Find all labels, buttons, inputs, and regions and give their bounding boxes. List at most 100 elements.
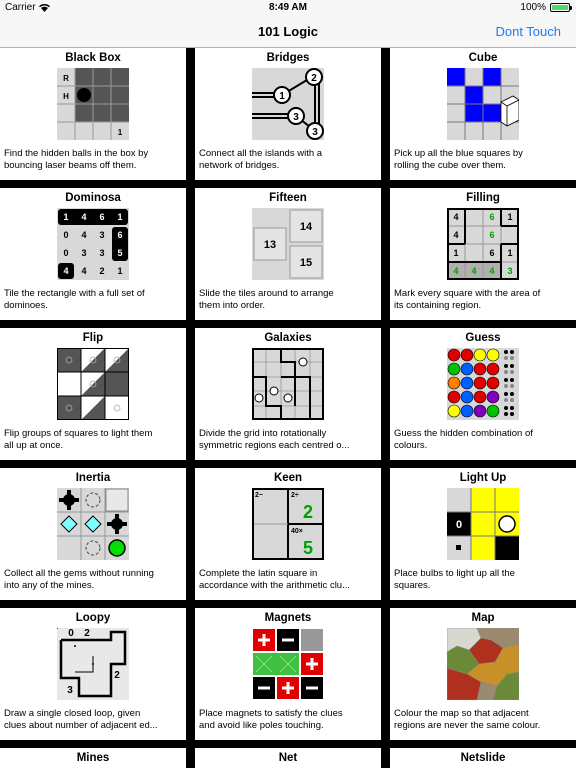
puzzle-cell-bridges[interactable]: Bridges 1 2 3 3 Connect all the islands …: [195, 48, 381, 180]
guess-peg: [447, 390, 461, 404]
dominosa-number: 3: [99, 248, 104, 258]
puzzle-cell-galaxies[interactable]: Galaxies Divide the grid into rotational…: [195, 328, 381, 460]
puzzle-description: Guess the hidden combination of colours.: [394, 428, 533, 451]
puzzle-cell-mines[interactable]: Mines: [0, 748, 186, 768]
svg-text:1: 1: [279, 91, 285, 102]
svg-text:5: 5: [303, 538, 313, 558]
guess-peg: [460, 348, 474, 362]
puzzle-title: Bridges: [266, 52, 310, 64]
guess-feedback-pin: [510, 364, 514, 368]
keen-thumbnail: 2− 2÷ 40× 2 5: [252, 488, 324, 560]
puzzle-cell-map[interactable]: Map Colour the map so that adjacent regio…: [390, 608, 576, 740]
dominosa-number: 1: [117, 266, 122, 276]
inertia-thumbnail: [57, 488, 129, 560]
cube-thumbnail: [447, 68, 519, 140]
dominosa-number: 3: [99, 230, 104, 240]
puzzle-cell-loopy[interactable]: Loopy 0 2 2 3 Draw a single closed loop,…: [0, 608, 186, 740]
loopy-thumbnail: 0 2 2 3: [57, 628, 129, 700]
puzzle-title: Filling: [466, 192, 500, 204]
puzzle-cell-guess[interactable]: Guess Guess the hidden combination of col…: [390, 328, 576, 460]
puzzle-description: Collect all the gems without running into…: [4, 568, 154, 591]
puzzle-description: Tile the rectangle with a full set of dom…: [4, 288, 145, 311]
navigation-bar: 101 Logic Dont Touch: [0, 16, 576, 48]
svg-text:2−: 2−: [255, 492, 263, 499]
svg-text:15: 15: [300, 257, 312, 269]
filling-number: 4: [471, 266, 476, 276]
guess-peg: [486, 376, 500, 390]
svg-text:2÷: 2÷: [291, 492, 299, 499]
puzzle-title: Black Box: [65, 52, 121, 64]
puzzle-title: Dominosa: [65, 192, 121, 204]
puzzle-description: Pick up all the blue squares by rolling t…: [394, 148, 523, 171]
filling-number: 4: [489, 266, 494, 276]
black-box-label-h: H: [63, 92, 69, 101]
puzzle-cell-black-box[interactable]: Black Box R H 1 Find the hidden balls in…: [0, 48, 186, 180]
guess-peg: [460, 390, 474, 404]
guess-peg: [473, 348, 487, 362]
svg-text:3: 3: [67, 685, 73, 696]
guess-feedback-pin: [510, 356, 514, 360]
puzzle-title: Map: [471, 612, 495, 624]
guess-peg: [486, 404, 500, 418]
guess-peg: [473, 390, 487, 404]
guess-feedback-pin: [504, 398, 508, 402]
guess-feedback-pin: [510, 350, 514, 354]
filling-number: 1: [507, 248, 512, 258]
puzzle-cell-keen[interactable]: Keen 2− 2÷ 40× 2 5 Complete the latin sq…: [195, 468, 381, 600]
svg-text:2: 2: [311, 73, 317, 84]
svg-text:0: 0: [68, 628, 74, 639]
guess-peg: [460, 362, 474, 376]
puzzle-cell-light-up[interactable]: Light Up 0 Place bulbs to light up all t…: [390, 468, 576, 600]
dominosa-number: 1: [63, 212, 68, 222]
puzzle-cell-fifteen[interactable]: Fifteen 14 13 15 Slide the tiles around …: [195, 188, 381, 320]
filling-number: 1: [453, 248, 458, 258]
puzzle-title: Magnets: [264, 612, 312, 624]
svg-text:3: 3: [293, 112, 299, 123]
puzzle-description: Colour the map so that adjacent regions a…: [394, 708, 541, 731]
puzzle-cell-magnets[interactable]: Magnets Place magnets to satisfy the clu…: [195, 608, 381, 740]
filling-number: 4: [453, 230, 458, 240]
battery-icon: [550, 3, 572, 12]
puzzle-title: Loopy: [75, 612, 111, 624]
guess-feedback-pin: [504, 392, 508, 396]
guess-feedback-pin: [504, 364, 508, 368]
puzzle-cell-inertia[interactable]: Inertia Collect all the gems without run…: [0, 468, 186, 600]
guess-peg: [486, 390, 500, 404]
puzzle-cell-net[interactable]: Net: [195, 748, 381, 768]
puzzle-cell-filling[interactable]: Filling 4 6 1 4 6 1 6 1 4 4 4 3 Mark every square w…: [390, 188, 576, 320]
puzzle-title: Fifteen: [269, 192, 307, 204]
guess-feedback-pin: [504, 350, 508, 354]
puzzle-cell-cube[interactable]: Cube Pick up all the blue squares by roll…: [390, 48, 576, 180]
dominosa-number: 0: [63, 230, 68, 240]
dominosa-number: 6: [99, 212, 104, 222]
dont-touch-button[interactable]: Dont Touch: [495, 24, 561, 39]
dominosa-thumbnail: 1 4 6 1 0 4 3 6 0 3 3 5 4 4 2 1: [57, 208, 129, 280]
filling-number: 4: [453, 212, 458, 222]
puzzle-grid: Black Box R H 1 Find the hidden balls in…: [0, 48, 576, 768]
dominosa-number: 1: [117, 212, 122, 222]
puzzle-description: Complete the latin square in accordance w…: [199, 568, 351, 591]
dominosa-number: 5: [117, 248, 122, 258]
puzzle-description: Place magnets to satisfy the clues and av…: [199, 708, 343, 731]
puzzle-description: Slide the tiles around to arrange them in…: [199, 288, 334, 311]
puzzle-description: Connect all the islands with a network of…: [199, 148, 323, 171]
puzzle-title: Mines: [76, 752, 110, 764]
black-box-number: 1: [118, 128, 123, 137]
guess-feedback-pin: [510, 384, 514, 388]
filling-number: 6: [489, 230, 494, 240]
guess-peg: [447, 404, 461, 418]
guess-thumbnail: [447, 348, 519, 420]
puzzle-cell-flip[interactable]: Flip Flip groups of squares to light the…: [0, 328, 186, 460]
puzzle-cell-netslide[interactable]: Netslide: [390, 748, 576, 768]
puzzle-title: Flip: [82, 332, 104, 344]
fifteen-thumbnail: 14 13 15: [252, 208, 324, 280]
puzzle-title: Light Up: [459, 472, 507, 484]
black-box-thumbnail: R H 1: [57, 68, 129, 140]
puzzle-cell-dominosa[interactable]: Dominosa 1 4 6 1 0 4 3 6 0 3 3 5 4 4 2 1 Tile the recta…: [0, 188, 186, 320]
puzzle-title: Cube: [468, 52, 498, 64]
guess-peg: [460, 404, 474, 418]
puzzle-description: Mark every square with the area of its co…: [394, 288, 541, 311]
battery-percent: 100%: [520, 2, 546, 13]
filling-number: 6: [489, 248, 494, 258]
guess-feedback-pin: [504, 384, 508, 388]
